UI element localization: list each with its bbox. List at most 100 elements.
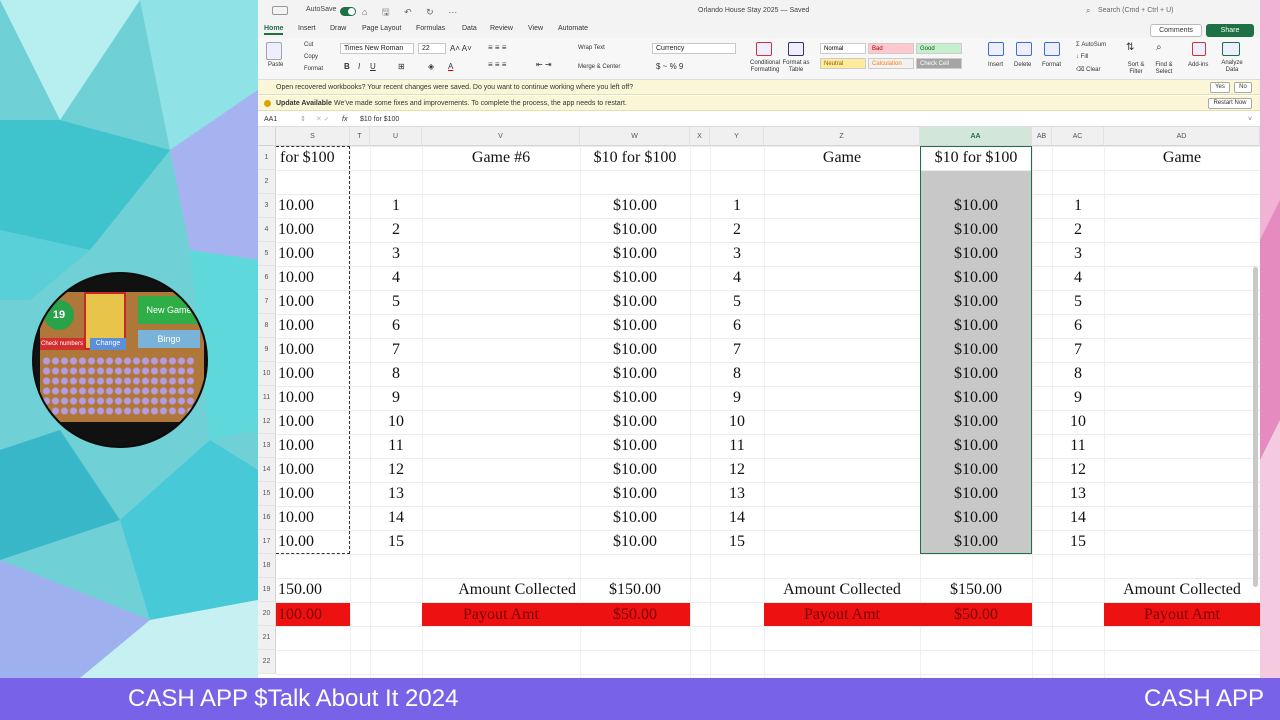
cell-w5[interactable]: $10.00 (580, 242, 690, 266)
column-header-ac[interactable]: AC (1052, 127, 1104, 146)
cell-u17[interactable]: 15 (370, 530, 422, 554)
cell-w19[interactable]: $150.00 (580, 578, 690, 602)
bold-button[interactable]: B (344, 62, 350, 71)
cell-s6[interactable]: 10.00 (276, 266, 350, 290)
cell-z20[interactable]: Payout Amt (764, 603, 920, 626)
underline-button[interactable]: U (370, 62, 376, 71)
row-header[interactable]: 1 (258, 146, 276, 170)
cell-ac17[interactable]: 15 (1052, 530, 1104, 554)
cell-w16[interactable]: $10.00 (580, 506, 690, 530)
cell-s20[interactable]: 100.00 (276, 603, 350, 626)
row-header[interactable]: 13 (258, 434, 276, 458)
cell-s12[interactable]: 10.00 (276, 410, 350, 434)
borders-icon[interactable]: ⊞ (398, 62, 405, 71)
cell-aa19[interactable]: $150.00 (920, 578, 1032, 602)
style-neutral[interactable]: Neutral (820, 58, 866, 69)
vertical-scrollbar[interactable] (1253, 267, 1258, 587)
column-header-aa[interactable]: AA (920, 127, 1032, 146)
fx-icon[interactable]: fx (342, 113, 347, 127)
cell-w13[interactable]: $10.00 (580, 434, 690, 458)
cell-v20[interactable]: Payout Amt (422, 603, 580, 626)
row-header[interactable]: 21 (258, 626, 276, 650)
cell-ac7[interactable]: 5 (1052, 290, 1104, 314)
style-bad[interactable]: Bad (868, 43, 914, 54)
cell-ac14[interactable]: 12 (1052, 458, 1104, 482)
copy-label[interactable]: Copy (304, 54, 318, 60)
cell-aa13[interactable]: $10.00 (920, 434, 1032, 458)
cell-w6[interactable]: $10.00 (580, 266, 690, 290)
font-size-select[interactable]: 22 (418, 43, 446, 54)
italic-button[interactable]: I (358, 62, 360, 71)
name-box[interactable]: AA1 (264, 113, 277, 127)
merge-center-button[interactable]: Merge & Center (578, 64, 620, 70)
column-header-u[interactable]: U (370, 127, 422, 146)
cell-s17[interactable]: 10.00 (276, 530, 350, 554)
cell-z1[interactable]: Game (764, 146, 920, 170)
cell-y14[interactable]: 12 (710, 458, 764, 482)
cell-ad1[interactable]: Game (1104, 146, 1260, 170)
row-header[interactable]: 15 (258, 482, 276, 506)
cell-s5[interactable]: 10.00 (276, 242, 350, 266)
row-header[interactable]: 20 (258, 602, 276, 626)
cell-u15[interactable]: 13 (370, 482, 422, 506)
find-select-icon[interactable]: ⌕ (1156, 42, 1162, 53)
row-header[interactable]: 19 (258, 578, 276, 602)
style-good[interactable]: Good (916, 43, 962, 54)
analyze-data-label[interactable]: Analyze Data (1218, 60, 1246, 74)
tab-page-layout[interactable]: Page Layout (362, 25, 401, 32)
cell-w17[interactable]: $10.00 (580, 530, 690, 554)
cell-y7[interactable]: 5 (710, 290, 764, 314)
cell-w11[interactable]: $10.00 (580, 386, 690, 410)
cell-y5[interactable]: 3 (710, 242, 764, 266)
column-header-y[interactable]: Y (710, 127, 764, 146)
cell-u8[interactable]: 6 (370, 314, 422, 338)
font-color-icon[interactable]: A (448, 62, 453, 71)
select-all-corner[interactable] (258, 127, 276, 146)
cell-aa17[interactable]: $10.00 (920, 530, 1032, 554)
cell-aa15[interactable]: $10.00 (920, 482, 1032, 506)
expand-formula-bar-icon[interactable]: ˅ (1248, 113, 1252, 127)
cell-aa12[interactable]: $10.00 (920, 410, 1032, 434)
column-header-ab[interactable]: AB (1032, 127, 1052, 146)
style-check-cell[interactable]: Check Cell (916, 58, 962, 69)
cell-s8[interactable]: 10.00 (276, 314, 350, 338)
align-top-icons[interactable]: ≡ ≡ ≡ (488, 43, 506, 52)
cell-ac12[interactable]: 10 (1052, 410, 1104, 434)
cell-aa4[interactable]: $10.00 (920, 218, 1032, 242)
cell-aa1[interactable]: $10 for $100 (920, 146, 1032, 170)
tab-review[interactable]: Review (490, 25, 513, 32)
comments-button[interactable]: Comments (1150, 24, 1202, 37)
cell-s16[interactable]: 10.00 (276, 506, 350, 530)
cell-ac13[interactable]: 11 (1052, 434, 1104, 458)
format-cells-icon[interactable] (1044, 42, 1060, 56)
cell-u12[interactable]: 10 (370, 410, 422, 434)
insert-cells-icon[interactable] (988, 42, 1004, 56)
row-header[interactable]: 11 (258, 386, 276, 410)
cell-s10[interactable]: 10.00 (276, 362, 350, 386)
cell-s14[interactable]: 10.00 (276, 458, 350, 482)
cell-u3[interactable]: 1 (370, 194, 422, 218)
cell-s4[interactable]: 10.00 (276, 218, 350, 242)
cell-v19[interactable]: Amount Collected (422, 578, 580, 602)
fill-color-icon[interactable]: ◈ (428, 62, 434, 71)
cell-u7[interactable]: 5 (370, 290, 422, 314)
analyze-data-icon[interactable] (1222, 42, 1240, 56)
tab-view[interactable]: View (528, 25, 543, 32)
cell-y8[interactable]: 6 (710, 314, 764, 338)
cell-v1[interactable]: Game #6 (422, 146, 580, 170)
recover-yes-button[interactable]: Yes (1210, 82, 1230, 93)
cut-label[interactable]: Cut (304, 42, 313, 48)
cell-ac8[interactable]: 6 (1052, 314, 1104, 338)
delete-cells-icon[interactable] (1016, 42, 1032, 56)
cell-ad19[interactable]: Amount Collected (1104, 578, 1260, 602)
font-name-select[interactable]: Times New Roman (340, 43, 414, 54)
number-format-select[interactable]: Currency (652, 43, 736, 54)
cell-y13[interactable]: 11 (710, 434, 764, 458)
column-header-v[interactable]: V (422, 127, 580, 146)
font-grow-shrink-icons[interactable]: A˄ A˅ (450, 44, 472, 53)
cancel-confirm-icons[interactable]: ✕ ✓ (316, 113, 330, 127)
cell-aa9[interactable]: $10.00 (920, 338, 1032, 362)
cell-aa16[interactable]: $10.00 (920, 506, 1032, 530)
wrap-text-button[interactable]: Wrap Text (578, 45, 605, 51)
cell-s3[interactable]: 10.00 (276, 194, 350, 218)
